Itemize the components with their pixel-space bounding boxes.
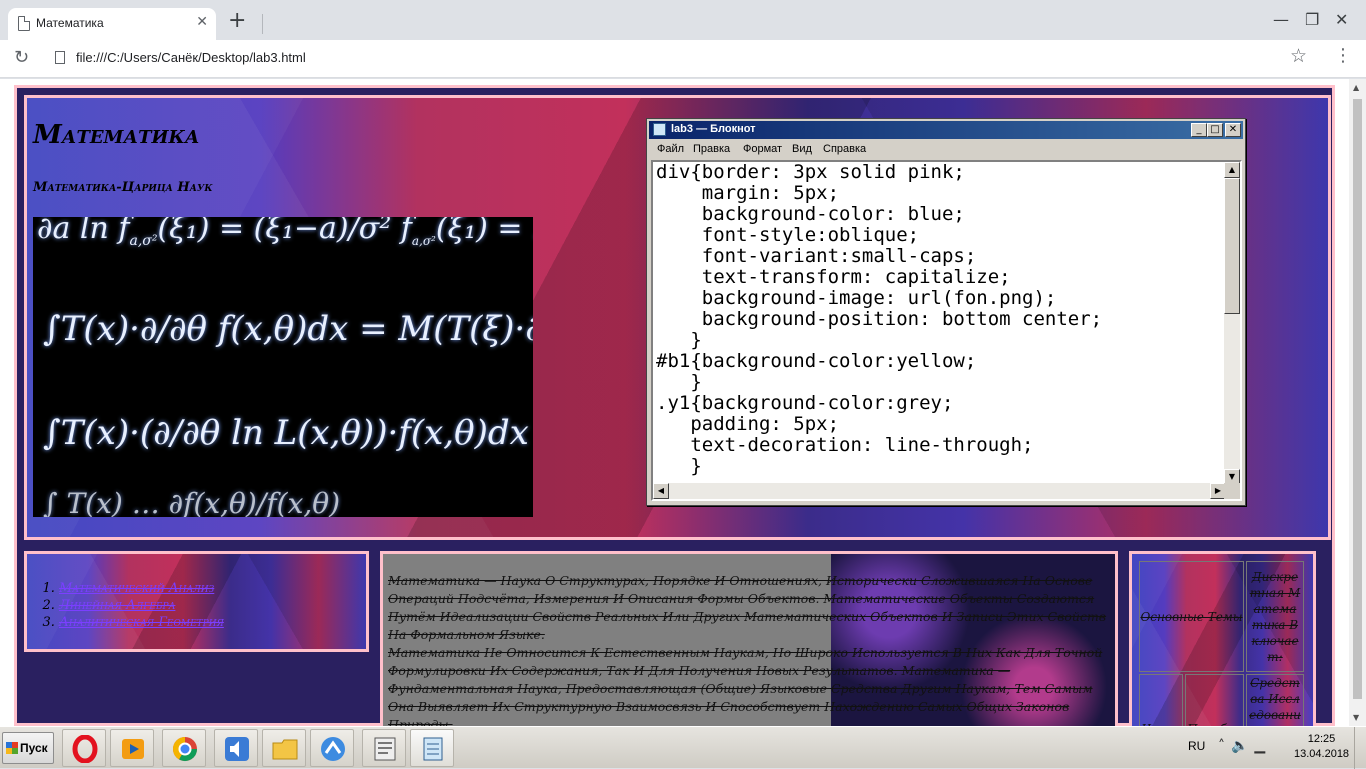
nav-link[interactable]: Математический Анализ <box>59 581 214 596</box>
resize-grip-icon[interactable] <box>1224 483 1240 499</box>
notepad-title: lab3 — Блокнот <box>671 123 756 135</box>
formula-image: ∂a ln fa,σ²(ξ₁) = (ξ₁−a)/σ² fa,σ²(ξ₁) = … <box>33 217 533 517</box>
tray-icons[interactable]: ˄🔈▁ <box>1218 738 1271 754</box>
opera-icon <box>72 735 98 763</box>
minimize-button[interactable]: — <box>1273 12 1289 28</box>
scroll-thumb[interactable] <box>1224 178 1240 314</box>
nav-link[interactable]: Аналитическая Геометрия <box>59 615 224 630</box>
nav-link[interactable]: Линейная Алгебра <box>59 598 175 613</box>
page-icon <box>18 16 30 31</box>
folder-icon <box>272 739 298 760</box>
table-cell: Преобра <box>1185 674 1244 726</box>
topics-table: Основные Темы Дискретная Математика Вклю… <box>1129 551 1316 726</box>
new-tab-button[interactable]: + <box>228 10 246 32</box>
nav-item[interactable]: Аналитическая Геометрия <box>59 614 224 631</box>
document-icon <box>374 737 396 761</box>
notepad-window[interactable]: lab3 — Блокнот _ □ ✕ Файл Правка Формат … <box>646 118 1246 506</box>
chrome-icon <box>173 737 197 762</box>
menu-format[interactable]: Формат <box>743 143 782 155</box>
clock-time: 12:25 <box>1307 733 1336 745</box>
paragraph: Математика Не Относится К Естественным Н… <box>388 645 1103 726</box>
scroll-down-arrow-icon[interactable]: ▼ <box>1353 713 1359 722</box>
browser-tab[interactable]: Математика ✕ <box>8 8 216 40</box>
table-cell: Числа <box>1139 674 1183 726</box>
notepad-icon <box>653 123 666 136</box>
notepad-minimize-button[interactable]: _ <box>1191 123 1207 137</box>
taskbar-sound[interactable] <box>214 729 258 767</box>
url-text[interactable]: file:///C:/Users/Санёк/Desktop/lab3.html <box>76 50 306 65</box>
taskbar-opera[interactable] <box>62 729 106 767</box>
page-subtitle: Математика-Царица Наук <box>33 180 213 195</box>
app-icon <box>321 737 345 761</box>
show-desktop-button[interactable] <box>1354 727 1366 769</box>
windows-logo-icon <box>6 742 18 754</box>
close-tab-icon[interactable]: ✕ <box>196 14 208 30</box>
notepad-titlebar[interactable]: lab3 — Блокнот _ □ ✕ <box>649 121 1243 139</box>
start-label: Пуск <box>20 741 48 755</box>
notepad-content[interactable]: div{border: 3px solid pink; margin: 5px;… <box>656 162 1102 477</box>
content-block: Математика — Наука О Структурах, Порядке… <box>380 551 1118 726</box>
page-scrollbar[interactable]: ▲ ▼ <box>1349 79 1366 726</box>
system-tray: RU ˄🔈▁ 12:25 13.04.2018 <box>1176 727 1366 769</box>
notepad-text-area[interactable]: div{border: 3px solid pink; margin: 5px;… <box>651 160 1242 501</box>
clock-date: 13.04.2018 <box>1294 748 1350 760</box>
bookmark-star-icon[interactable]: ☆ <box>1290 47 1307 66</box>
tab-title: Математика <box>36 16 104 30</box>
notepad-horizontal-scrollbar[interactable]: ◀ ▶ <box>653 483 1226 499</box>
page-title: Математика <box>33 120 200 150</box>
notepad-close-button[interactable]: ✕ <box>1225 123 1241 137</box>
browser-toolbar: ↻ file:///C:/Users/Санёк/Desktop/lab3.ht… <box>0 40 1366 78</box>
taskbar-document[interactable] <box>362 729 406 767</box>
reload-icon[interactable]: ↻ <box>14 49 29 67</box>
nav-item[interactable]: Математический Анализ <box>59 580 224 597</box>
media-player-icon <box>122 739 144 759</box>
notepad-maximize-button[interactable]: □ <box>1207 123 1223 137</box>
table-header-cell: Основные Темы <box>1139 561 1244 672</box>
nav-list: Математический Анализ Линейная Алгебра А… <box>59 580 224 631</box>
start-button[interactable]: Пуск <box>2 732 54 764</box>
scroll-up-arrow-icon[interactable]: ▲ <box>1353 83 1359 92</box>
taskbar: Пуск RU ˄🔈▁ 12:25 13.04.2018 <box>0 726 1366 769</box>
nav-block: Математический Анализ Линейная Алгебра А… <box>24 551 369 652</box>
speaker-icon <box>225 737 249 761</box>
paragraph: Математика — Наука О Структурах, Порядке… <box>388 573 1107 642</box>
table-header-cell: Дискретная Математика Включает: <box>1246 561 1304 672</box>
tab-divider <box>262 14 263 34</box>
taskbar-chrome[interactable] <box>162 729 206 767</box>
taskbar-notepad[interactable] <box>410 729 454 767</box>
menu-icon[interactable]: ⋮ <box>1334 47 1352 65</box>
notepad-vertical-scrollbar[interactable]: ▲ ▼ <box>1224 162 1240 485</box>
menu-edit[interactable]: Правка <box>693 143 730 155</box>
language-indicator[interactable]: RU <box>1188 739 1205 753</box>
scroll-up-arrow-icon[interactable]: ▲ <box>1224 162 1240 178</box>
notepad-icon <box>423 737 443 761</box>
notepad-menubar: Файл Правка Формат Вид Справка <box>649 140 1243 158</box>
scroll-left-arrow-icon[interactable]: ◀ <box>653 483 669 499</box>
nav-item[interactable]: Линейная Алгебра <box>59 597 224 614</box>
menu-view[interactable]: Вид <box>792 143 812 155</box>
taskbar-media-player[interactable] <box>110 729 154 767</box>
taskbar-app[interactable] <box>310 729 354 767</box>
clock[interactable]: 12:25 13.04.2018 <box>1294 732 1349 762</box>
table-cell: Средства Исследования <box>1246 674 1304 726</box>
close-window-button[interactable]: ✕ <box>1335 12 1348 28</box>
scroll-thumb[interactable] <box>1353 99 1362 699</box>
menu-help[interactable]: Справка <box>823 143 866 155</box>
menu-file[interactable]: Файл <box>657 143 684 155</box>
taskbar-explorer[interactable] <box>262 729 306 767</box>
restore-button[interactable]: ❐ <box>1305 12 1319 28</box>
file-icon <box>55 51 65 64</box>
